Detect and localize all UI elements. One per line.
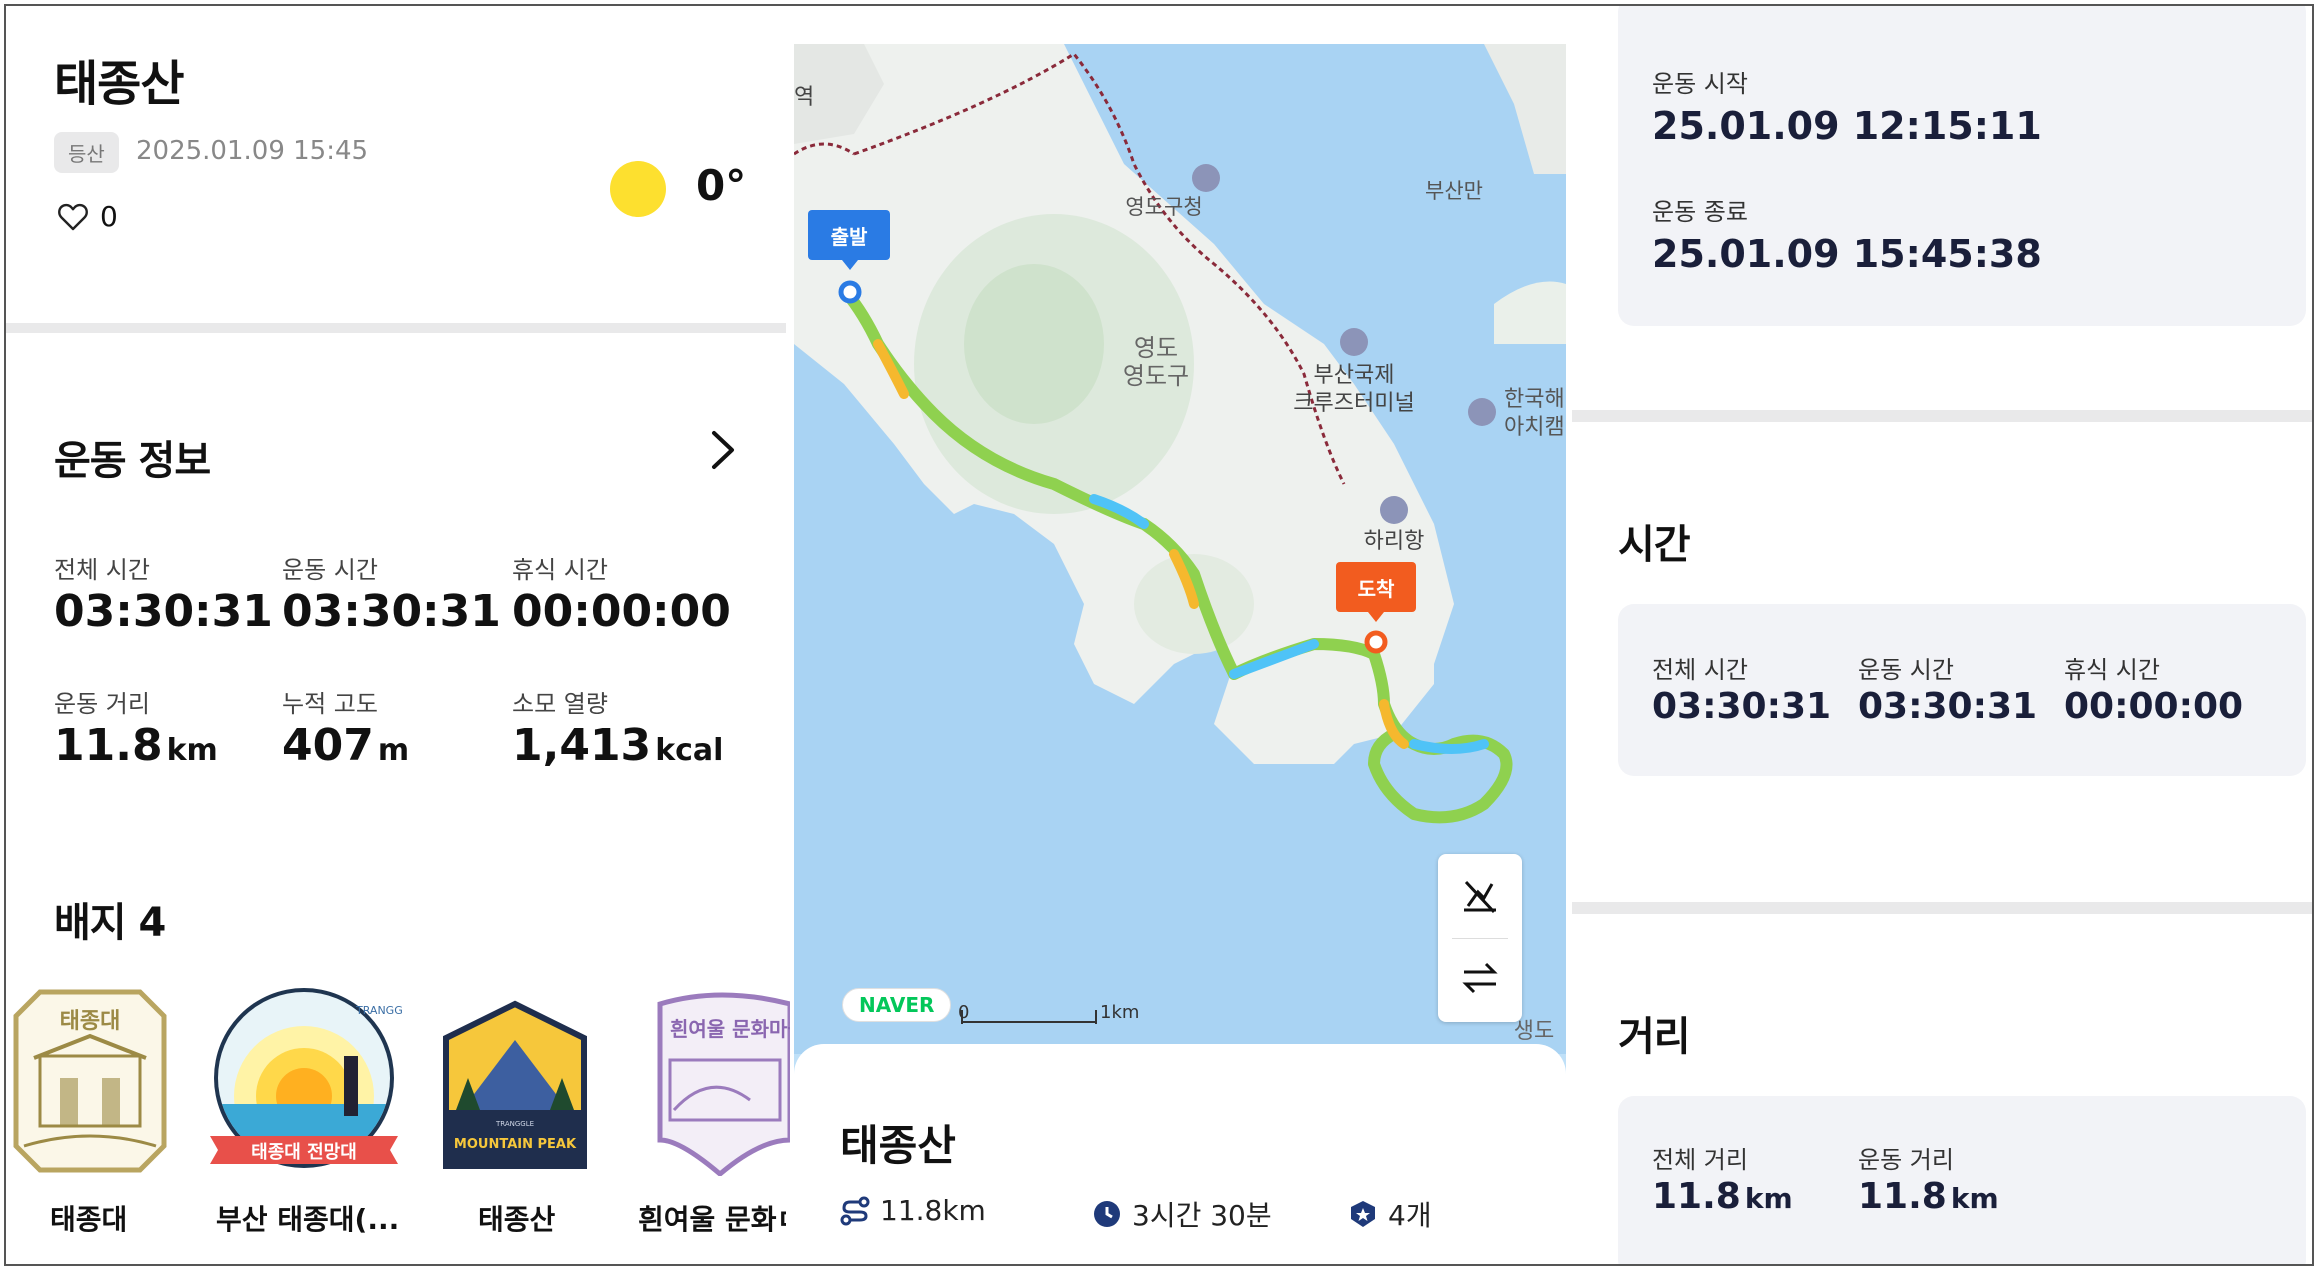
badge-image[interactable]: TRANGGLE MOUNTAIN PEAK (442, 1000, 588, 1170)
route-bottom-sheet[interactable]: 태종산 11.8km 3시간 30분 4개 (794, 1044, 1566, 1264)
badge-image[interactable]: 태종대 (10, 986, 170, 1176)
activity-summary-panel: 태종산 등산 2025.01.09 15:45 0 0° 운동 정보 전체 시간… (6, 6, 790, 1264)
stat-label: 휴식 시간 (512, 556, 608, 584)
route-duration: 3시간 30분 (1092, 1194, 1272, 1234)
section-divider (1572, 902, 2312, 914)
map-label: 영도구 (1123, 362, 1189, 390)
app-frame: 태종산 등산 2025.01.09 15:45 0 0° 운동 정보 전체 시간… (4, 4, 2314, 1266)
badge-name[interactable]: 태종대 (50, 1198, 127, 1238)
altitude-toggle-icon[interactable] (1460, 876, 1500, 916)
badge-stamp-text: 태종대 전망대 (251, 1142, 357, 1163)
activity-detail-panel: 운동 시작 25.01.09 12:15:11 운동 종료 25.01.09 1… (1572, 6, 2312, 1264)
stat-value: 03:30:31 (54, 586, 273, 637)
end-label: 운동 종료 (1652, 198, 1748, 226)
scale-start: 0 (958, 1002, 969, 1023)
end-value: 25.01.09 15:45:38 (1652, 232, 2042, 276)
route-badge-count: 4개 (1348, 1194, 1432, 1234)
exercise-info-title: 운동 정보 (54, 438, 211, 484)
route-title: 태종산 (840, 1121, 956, 1170)
like-count: 0 (100, 200, 118, 233)
map-label: 아치캠 (1504, 415, 1565, 440)
map-label: 부산국제 (1314, 363, 1395, 388)
stat-label: 운동 거리 (1858, 1146, 1954, 1174)
stat-label: 휴식 시간 (2064, 656, 2160, 684)
stat-label: 전체 거리 (1652, 1146, 1748, 1174)
badge-small-text: TRANGGLE (495, 1120, 534, 1128)
start-end-card: 운동 시작 25.01.09 12:15:11 운동 종료 25.01.09 1… (1618, 6, 2306, 326)
route-icon (840, 1196, 870, 1225)
badge-stamp-text: 흰여울 문화마을 (670, 1017, 790, 1041)
badge-image[interactable]: 흰여울 문화마을 (650, 990, 790, 1176)
stat-value: 00:00:00 (512, 586, 731, 637)
badge-name[interactable]: 부산 태종대(... (216, 1198, 399, 1238)
map-label: 부산만 (1425, 179, 1483, 203)
activity-type-badge: 등산 (54, 132, 119, 173)
stat-value: 00:00:00 (2064, 686, 2244, 727)
map-label: 크루즈터미널 (1293, 391, 1414, 416)
badge-stamp-text: MOUNTAIN PEAK (454, 1137, 577, 1152)
start-value: 25.01.09 12:15:11 (1652, 104, 2042, 148)
start-label: 운동 시작 (1652, 70, 1748, 98)
swap-direction-icon[interactable] (1460, 958, 1500, 998)
map-label: 생도 (1514, 1019, 1554, 1044)
stat-label: 누적 고도 (282, 690, 378, 718)
map-label: 한국해 (1504, 387, 1565, 412)
activity-title: 태종산 (54, 56, 184, 112)
stat-label: 운동 시간 (1858, 656, 1954, 684)
stat-label: 소모 열량 (512, 690, 608, 718)
stat-value: 03:30:31 (282, 586, 501, 637)
stat-value: 11.8 km (1858, 1176, 1999, 1217)
stat-label: 전체 시간 (1652, 656, 1748, 684)
heart-icon (58, 203, 88, 230)
stat-label: 전체 시간 (54, 556, 150, 584)
map-label: 역 (794, 85, 814, 110)
activity-datetime: 2025.01.09 15:45 (136, 136, 369, 166)
badge-name[interactable]: 흰여울 문화ㅁ (638, 1198, 786, 1238)
route-map[interactable]: 영도구청 부산만 영도 영도구 부산국제 크루즈터미널 한국해 아치캠 하리항 … (794, 44, 1566, 1264)
stat-value: 11.8 km (54, 720, 218, 771)
time-card: 전체 시간 03:30:31 운동 시간 03:30:31 휴식 시간 00:0… (1618, 604, 2306, 776)
stat-value: 407 m (282, 720, 410, 771)
control-divider (1452, 938, 1508, 939)
stat-value: 03:30:31 (1858, 686, 2038, 727)
time-title: 시간 (1618, 522, 1691, 568)
sunny-weather-icon (610, 161, 666, 217)
clock-icon (1094, 1201, 1120, 1227)
map-label: 하리항 (1364, 529, 1425, 554)
section-divider (6, 323, 786, 333)
stat-value: 03:30:31 (1652, 686, 1832, 727)
start-label: 출발 (831, 225, 868, 249)
end-label: 도착 (1358, 577, 1395, 601)
map-label: 영도구청 (1125, 195, 1202, 219)
badge-icon (1351, 1201, 1375, 1227)
stat-label: 운동 시간 (282, 556, 378, 584)
badge-name[interactable]: 태종산 (478, 1198, 555, 1238)
badges-title: 배지 4 (54, 900, 166, 946)
chevron-right-icon[interactable] (706, 430, 740, 470)
map-controls (1438, 854, 1522, 1022)
badge-ring-text: TRANGGLE (355, 1004, 402, 1017)
badge-image[interactable]: TRANGGLE 태종대 전망대 (206, 986, 402, 1176)
stat-label: 운동 거리 (54, 690, 150, 718)
distance-card: 전체 거리 11.8 km 운동 거리 11.8 km (1618, 1096, 2306, 1264)
section-divider (1572, 410, 2312, 422)
badge-stamp-text: 태종대 (60, 1009, 121, 1034)
distance-title: 거리 (1618, 1014, 1691, 1060)
like-button[interactable]: 0 (58, 200, 118, 233)
temperature: 0° (696, 161, 747, 210)
stat-value: 11.8 km (1652, 1176, 1793, 1217)
naver-logo: NAVER (842, 988, 952, 1022)
route-distance: 11.8km (840, 1194, 986, 1227)
stat-value: 1,413 kcal (512, 720, 724, 771)
scale-end: 1km (1100, 1002, 1139, 1023)
map-label: 영도 (1134, 334, 1178, 362)
